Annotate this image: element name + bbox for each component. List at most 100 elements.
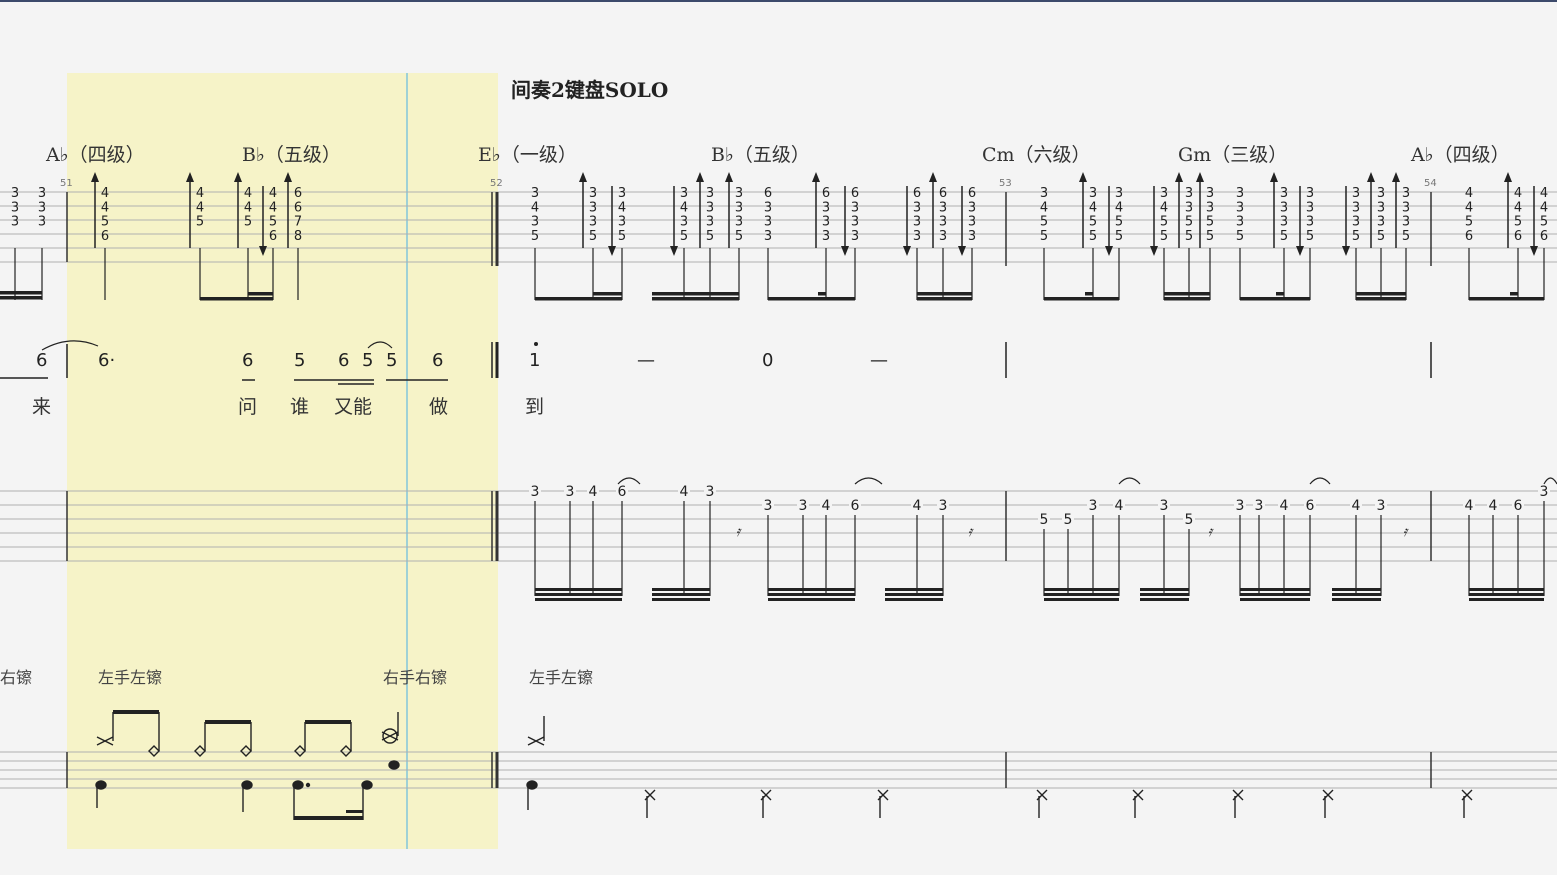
beam — [885, 598, 943, 601]
beam — [1044, 598, 1119, 601]
tab-fret: 3 — [764, 498, 773, 514]
beam — [885, 593, 943, 596]
tab-fret: 4 — [822, 498, 831, 514]
tab-fret: 5 — [1064, 512, 1073, 528]
beam — [535, 297, 622, 301]
tab-fret: 5 — [1089, 229, 1097, 244]
chord-label: E♭（一级） — [478, 144, 577, 166]
tab-fret: 5 — [1402, 229, 1410, 244]
selection-highlight[interactable] — [67, 73, 498, 849]
tab-fret: 3 — [1185, 186, 1193, 201]
rest-sign: 𝄿 — [1208, 524, 1214, 540]
tab-fret: 6 — [822, 186, 830, 201]
beam — [1044, 588, 1119, 591]
tab-fret: 5 — [1352, 229, 1360, 244]
tab-fret: 3 — [1160, 498, 1169, 514]
beam — [1164, 292, 1210, 296]
tab-fret: 3 — [764, 229, 772, 244]
tab-fret: 5 — [1089, 215, 1097, 230]
tab-fret: 3 — [968, 229, 976, 244]
tab-fret: 3 — [11, 215, 19, 230]
tab-fret: 5 — [531, 229, 539, 244]
lyric: 做 — [429, 396, 449, 418]
tab-fret: 4 — [244, 200, 252, 215]
tab-fret: 4 — [1465, 200, 1473, 215]
beam — [0, 291, 42, 295]
beam — [1356, 292, 1406, 296]
tab-fret: 3 — [939, 215, 947, 230]
arrowhead — [670, 246, 678, 256]
arrowhead — [1196, 172, 1204, 182]
tab-fret: 3 — [706, 215, 714, 230]
tab-fret: 5 — [1280, 229, 1288, 244]
tab-fret: 4 — [269, 186, 277, 201]
tab-fret: 3 — [1377, 186, 1385, 201]
jianpu-note: — — [637, 350, 655, 371]
tab-fret: 5 — [1465, 215, 1473, 230]
beam — [652, 588, 710, 591]
percussion-label: 左手左镲 — [98, 668, 163, 687]
tab-fret: 5 — [1160, 229, 1168, 244]
percussion-label: 右镲 — [0, 668, 33, 687]
arrowhead — [579, 172, 587, 182]
tab-fret: 3 — [939, 229, 947, 244]
tab-fret: 3 — [735, 215, 743, 230]
arrowhead — [1342, 246, 1350, 256]
tab-fret: 3 — [968, 215, 976, 230]
lead-notes: 3 3 4 6 4 33 3 4 6 4 35 53 4 353 3 4 6 4 3 4 4 63𝄿 𝄿 𝄿 𝄿 — [529, 477, 1557, 601]
tab-fret: 6 — [1465, 229, 1473, 244]
tab-fret: 5 — [1040, 229, 1048, 244]
beam — [248, 292, 273, 296]
tab-fret: 4 — [1514, 186, 1522, 201]
tab-fret: 3 — [1352, 186, 1360, 201]
tab-fret: 3 — [1306, 215, 1314, 230]
tab-fret: 4 — [1514, 200, 1522, 215]
beam — [818, 292, 826, 296]
tab-fret: 5 — [618, 229, 626, 244]
tab-fret: 3 — [1377, 215, 1385, 230]
arrowhead — [1105, 246, 1113, 256]
beam — [535, 593, 622, 596]
tab-fret: 3 — [735, 200, 743, 215]
tab-fret: 4 — [269, 200, 277, 215]
tab-fret: 3 — [589, 186, 597, 201]
tab-fret: 6 — [101, 229, 109, 244]
measure-number: 51 — [60, 178, 73, 189]
tab-fret: 3 — [1280, 186, 1288, 201]
tab-fret: 5 — [1185, 229, 1193, 244]
arrowhead — [1270, 172, 1278, 182]
tab-fret: 3 — [799, 498, 808, 514]
tab-fret: 6 — [1306, 498, 1315, 514]
beam — [1469, 588, 1544, 591]
tab-fret: 5 — [706, 229, 714, 244]
arrowhead — [1530, 246, 1538, 256]
tab-fret: 4 — [618, 200, 626, 215]
tab-fret: 3 — [1236, 498, 1245, 514]
tab-fret: 3 — [11, 200, 19, 215]
tab-fret: 4 — [1280, 498, 1289, 514]
tab-fret: 4 — [913, 498, 922, 514]
tab-fret: 5 — [1206, 215, 1214, 230]
tab-fret: 5 — [589, 229, 597, 244]
tab-fret: 3 — [1236, 186, 1244, 201]
octave-dot — [534, 342, 538, 346]
tab-fret: 5 — [196, 215, 204, 230]
tab-fret: 3 — [11, 186, 19, 201]
tab-fret: 3 — [939, 498, 948, 514]
arrowhead — [929, 172, 937, 182]
beam — [1356, 297, 1406, 301]
beam — [1085, 292, 1093, 296]
tab-fret: 6 — [294, 186, 302, 201]
tab-fret: 6 — [269, 229, 277, 244]
arrowhead — [841, 246, 849, 256]
tab-fret: 3 — [38, 186, 46, 201]
tab-fret: 3 — [822, 229, 830, 244]
tab-fret: 3 — [1306, 200, 1314, 215]
beam — [1332, 588, 1381, 591]
tab-fret: 3 — [913, 215, 921, 230]
arrowhead — [958, 246, 966, 256]
tab-fret: 4 — [1040, 200, 1048, 215]
arrowhead — [1175, 172, 1183, 182]
beam — [652, 297, 739, 301]
tab-fret: 3 — [851, 200, 859, 215]
